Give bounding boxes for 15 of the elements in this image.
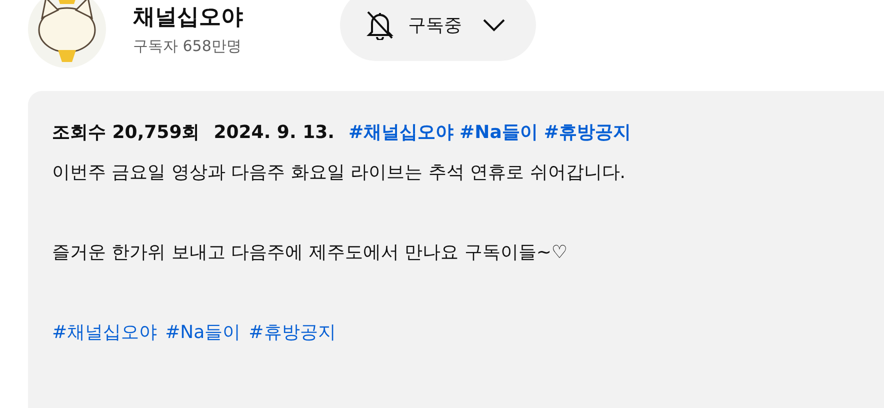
subscribed-button[interactable]: 구독중: [340, 0, 536, 61]
description-text: 이번주 금요일 영상과 다음주 화요일 라이브는 추석 연휴로 쉬어갑니다.: [52, 161, 626, 185]
upload-date: 2024. 9. 13.: [214, 121, 334, 145]
hashtag-link[interactable]: #Na들이: [165, 313, 241, 353]
hashtag-link[interactable]: #채널십오야: [52, 313, 158, 353]
view-count: 조회수 20,759회: [52, 121, 200, 145]
channel-name[interactable]: 채널십오야: [133, 2, 313, 32]
chevron-down-icon: [482, 18, 506, 32]
hashtag-link[interactable]: #휴방공지: [544, 113, 631, 153]
subscriber-count: 구독자 658만명: [133, 36, 242, 56]
hashtag-link[interactable]: #휴방공지: [248, 313, 336, 353]
channel-avatar[interactable]: [28, 0, 106, 68]
hashtag-link[interactable]: #Na들이: [460, 113, 538, 153]
hashtag-link[interactable]: #채널십오야: [348, 113, 454, 153]
description-text: 즐거운 한가위 보내고 다음주에 제주도에서 만나요 구독이들~♡: [52, 241, 569, 265]
